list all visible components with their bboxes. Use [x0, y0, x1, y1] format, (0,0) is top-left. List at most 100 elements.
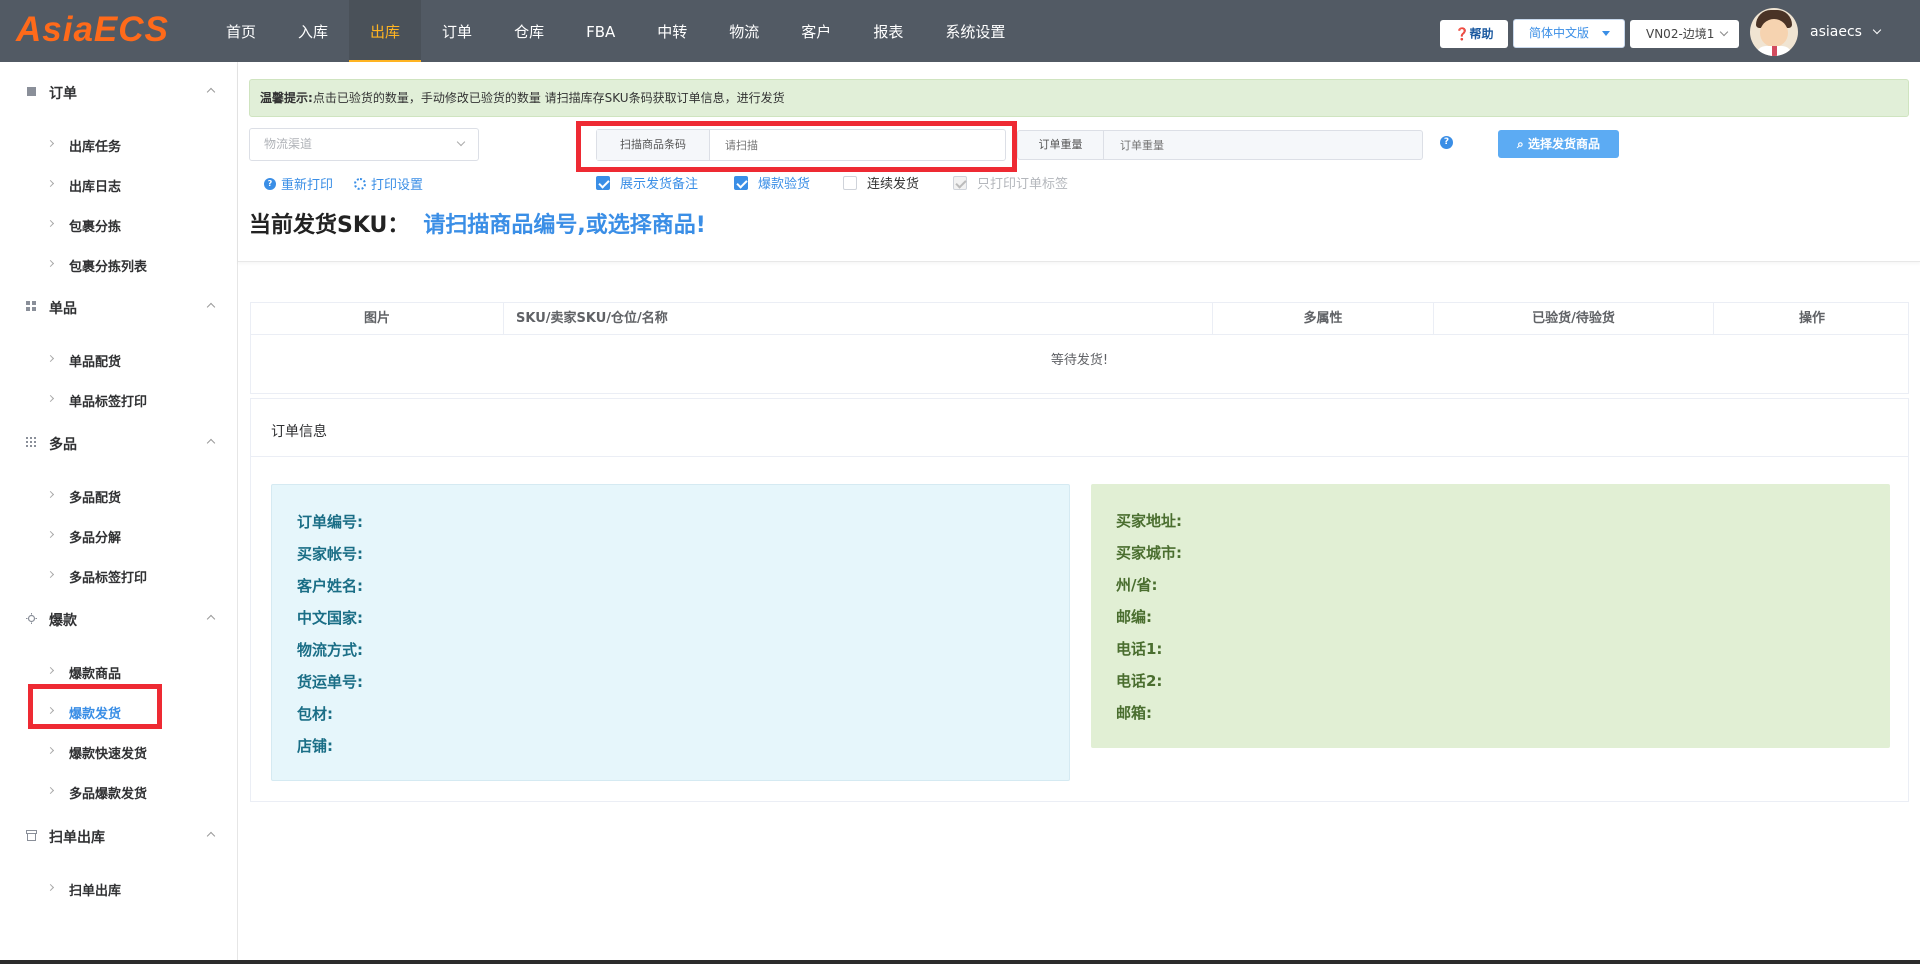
sidebar-group-single[interactable]: 单品 [0, 296, 238, 318]
hot-inspection-checkbox[interactable]: 爆款验货 [734, 173, 810, 192]
chevron-right-icon [46, 394, 55, 403]
nav-item-outbound[interactable]: 出库 [349, 0, 422, 62]
sidebar-item-multi-picking[interactable]: 多品配货 [0, 484, 238, 506]
order-info-title: 订单信息 [271, 424, 327, 440]
sidebar-item-multi-split[interactable]: 多品分解 [0, 524, 238, 546]
nav-item-home[interactable]: 首页 [205, 0, 277, 62]
warehouse-select[interactable]: VN02-边境1 [1630, 20, 1739, 48]
field-buyer-account: 买家帐号: [297, 545, 363, 563]
sidebar-group-hot[interactable]: 爆款 [0, 608, 238, 630]
chevron-right-icon [46, 259, 55, 268]
sidebar-item-multi-label-print[interactable]: 多品标签打印 [0, 564, 238, 586]
sidebar-item-label: 扫单出库 [69, 884, 122, 899]
sidebar-item-outbound-log[interactable]: 出库日志 [0, 173, 238, 195]
sidebar-item-label: 多品配货 [69, 491, 122, 506]
sidebar-group-label: 扫单出库 [49, 830, 105, 846]
user-menu[interactable]: asiaecs [1810, 24, 1882, 40]
chevron-right-icon [46, 786, 55, 795]
column-header-image: 图片 [251, 303, 504, 335]
sidebar-item-label: 多品爆款发货 [69, 787, 148, 802]
nav-item-orders[interactable]: 订单 [421, 0, 493, 62]
nav-item-customers[interactable]: 客户 [780, 0, 852, 62]
sidebar-group-orders[interactable]: 订单 [0, 81, 238, 103]
column-header-actions: 操作 [1798, 311, 1825, 326]
sidebar-item-multi-hot-shipping[interactable]: 多品爆款发货 [0, 780, 238, 802]
chevron-down-icon [1719, 27, 1729, 37]
checkbox-label: 连续发货 [867, 177, 920, 192]
gear-icon [354, 177, 366, 190]
sidebar-item-scan-outbound[interactable]: 扫单出库 [0, 877, 238, 899]
chevron-right-icon [46, 666, 55, 675]
logistics-channel-placeholder: 物流渠道 [264, 137, 313, 151]
chevron-up-icon [206, 438, 216, 448]
sidebar-item-label: 爆款快速发货 [69, 747, 148, 762]
table-empty-text: 等待发货! [1050, 353, 1109, 368]
nav-item-settings[interactable]: 系统设置 [924, 0, 1026, 62]
sidebar-item-label: 单品标签打印 [69, 395, 148, 410]
chevron-right-icon [46, 490, 55, 499]
sidebar-group-multi[interactable]: 多品 [0, 432, 238, 454]
sidebar-item-outbound-tasks[interactable]: 出库任务 [0, 133, 238, 155]
chevron-down-icon [1873, 25, 1882, 35]
nav-item-warehouse[interactable]: 仓库 [493, 0, 565, 62]
sidebar-group-label: 多品 [49, 437, 77, 453]
top-navbar: AsiaECS 首页 入库 出库 订单 仓库 FBA 中转 物流 客户 报表 系… [0, 0, 1920, 62]
nav-item-reports[interactable]: 报表 [852, 0, 924, 62]
current-sku-label: 当前发货SKU： [249, 213, 410, 238]
field-tracking-number: 货运单号: [297, 673, 363, 691]
avatar[interactable] [1750, 8, 1798, 56]
sidebar-item-single-label-print[interactable]: 单品标签打印 [0, 388, 238, 410]
sidebar-group-label: 订单 [49, 86, 77, 102]
sidebar-item-label: 出库日志 [69, 180, 122, 195]
chevron-right-icon [46, 746, 55, 755]
reprint-button[interactable]: ? 重新打印 [264, 174, 333, 193]
sidebar-group-label: 单品 [49, 301, 77, 317]
sidebar-item-package-sort[interactable]: 包裹分拣 [0, 213, 238, 235]
order-info-card: 订单信息 订单编号: 买家帐号: 客户姓名: 中文国家: 物流方式: 货运单号:… [250, 398, 1909, 802]
field-order-number: 订单编号: [297, 513, 363, 531]
continuous-shipping-checkbox[interactable]: 连续发货 [843, 173, 919, 192]
sun-icon [26, 613, 37, 624]
order-weight-input[interactable] [1106, 131, 1418, 159]
order-weight-label: 订单重量 [1018, 131, 1104, 159]
print-settings-button[interactable]: 打印设置 [354, 174, 423, 193]
nav-item-transit[interactable]: 中转 [636, 0, 708, 62]
help-circle-icon[interactable]: ? [1440, 136, 1453, 149]
reprint-label: 重新打印 [281, 178, 334, 193]
sidebar-item-label: 多品标签打印 [69, 571, 148, 586]
chevron-right-icon [46, 179, 55, 188]
chevron-up-icon [206, 302, 216, 312]
language-label: 简体中文版 [1529, 26, 1590, 40]
language-dropdown[interactable]: 简体中文版 [1513, 19, 1625, 48]
chevron-down-icon [456, 137, 466, 147]
main-nav: 首页 入库 出库 订单 仓库 FBA 中转 物流 客户 报表 系统设置 [205, 0, 1026, 62]
chevron-right-icon [46, 219, 55, 228]
dots-grid-icon [26, 437, 36, 447]
chevron-right-icon [46, 883, 55, 892]
nav-item-inbound[interactable]: 入库 [277, 0, 349, 62]
sidebar-group-scan-outbound[interactable]: 扫单出库 [0, 825, 238, 847]
choose-products-button[interactable]: ⌕ 选择发货商品 [1498, 130, 1619, 158]
nav-item-logistics[interactable]: 物流 [708, 0, 780, 62]
column-header-sku: SKU/卖家SKU/仓位/名称 [504, 303, 1213, 335]
show-remark-checkbox[interactable]: 展示发货备注 [596, 173, 698, 192]
highlight-box-sidebar [28, 684, 162, 729]
sidebar-item-label: 多品分解 [69, 531, 122, 546]
nav-item-fba[interactable]: FBA [565, 0, 636, 62]
sidebar-item-hot-products[interactable]: 爆款商品 [0, 660, 238, 682]
app-logo[interactable]: AsiaECS [16, 10, 169, 50]
column-header-inspected: 已验货/待验货 [1434, 303, 1714, 335]
field-buyer-city: 买家城市: [1116, 544, 1182, 562]
help-button[interactable]: ❓帮助 [1440, 20, 1508, 48]
logistics-channel-select[interactable]: 物流渠道 [249, 128, 479, 161]
checkbox-disabled-icon [953, 175, 967, 190]
field-shipping-method: 物流方式: [297, 641, 363, 659]
order-weight-group: 订单重量 [1017, 130, 1423, 160]
sidebar-item-package-sort-list[interactable]: 包裹分拣列表 [0, 253, 238, 275]
field-phone2: 电话2: [1116, 672, 1163, 690]
checkbox-label: 展示发货备注 [620, 177, 699, 192]
sidebar-item-single-picking[interactable]: 单品配货 [0, 348, 238, 370]
question-circle-icon: ? [264, 177, 276, 190]
sidebar-item-hot-quick-shipping[interactable]: 爆款快速发货 [0, 740, 238, 762]
search-icon: ⌕ [1517, 137, 1528, 151]
